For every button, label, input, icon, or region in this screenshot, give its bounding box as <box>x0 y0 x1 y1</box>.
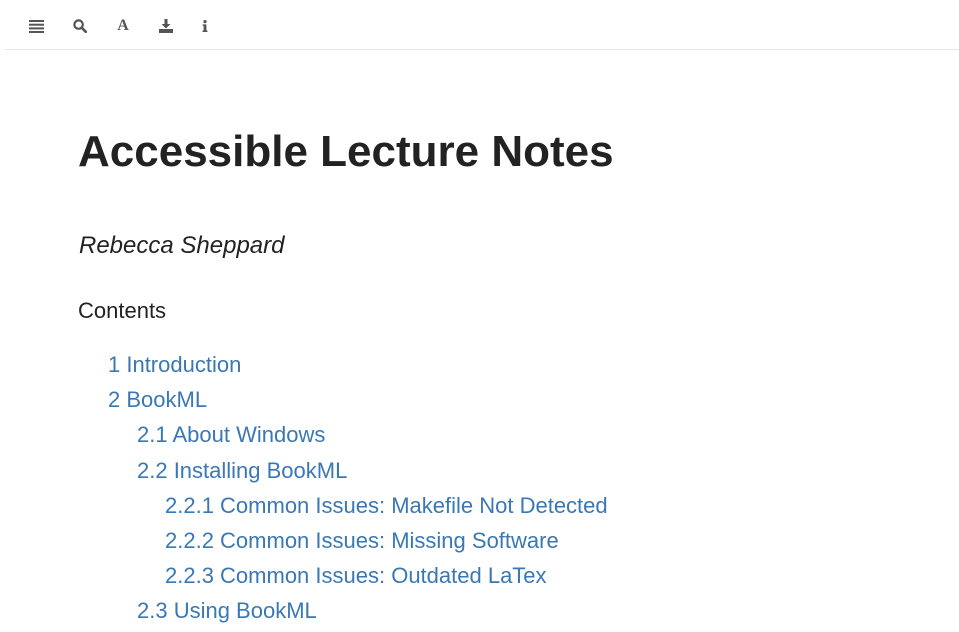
contents-heading: Contents <box>78 298 167 323</box>
toc-link[interactable]: 2.2 Installing BookML <box>78 456 938 491</box>
table-of-contents: 1 Introduction 2 BookML 2.1 About Windows 2… <box>78 350 938 632</box>
download-icon <box>159 19 173 33</box>
toolbar: A <box>5 0 959 50</box>
author-name: Rebecca Sheppard <box>79 232 285 259</box>
toc-link[interactable]: 2.2.1 Common Issues: Makefile Not Detect… <box>78 491 938 526</box>
page-title: Accessible Lecture Notes <box>78 127 614 176</box>
toc-toggle-button[interactable] <box>26 16 46 36</box>
toc-link[interactable]: 2.2.3 Common Issues: Outdated LaTex <box>78 561 938 596</box>
toc-link[interactable]: 2.2.2 Common Issues: Missing Software <box>78 526 938 561</box>
info-icon <box>202 19 208 32</box>
search-icon <box>73 19 87 33</box>
download-button[interactable] <box>156 16 176 36</box>
font-icon: A <box>117 17 129 34</box>
toc-link[interactable]: 2 BookML <box>78 385 938 420</box>
toc-link[interactable]: 2.3 Using BookML <box>78 596 938 631</box>
info-button[interactable] <box>195 16 215 36</box>
search-button[interactable] <box>70 16 90 36</box>
toc-link[interactable]: 1 Introduction <box>78 350 938 385</box>
list-icon <box>28 19 44 33</box>
toc-link[interactable]: 2.1 About Windows <box>78 420 938 455</box>
font-settings-button[interactable]: A <box>113 16 133 36</box>
